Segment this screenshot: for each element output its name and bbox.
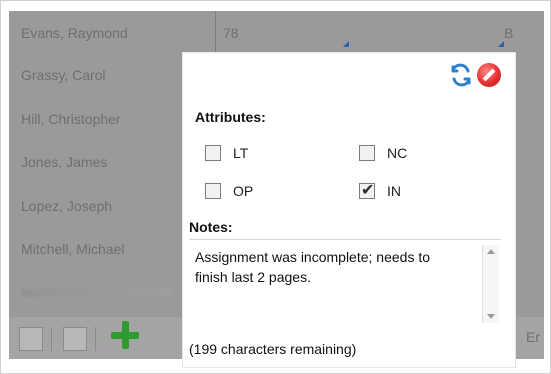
toolbar-separator — [51, 327, 52, 351]
op-label: OP — [233, 183, 254, 199]
cancel-button[interactable] — [477, 63, 501, 87]
toolbar-separator — [95, 327, 96, 351]
notes-divider — [189, 239, 501, 240]
app-frame: Evans, Raymond 78 B Grassy, Carol Hill, … — [0, 0, 551, 374]
characters-remaining: (199 characters remaining) — [189, 341, 357, 357]
scroll-down-icon[interactable] — [487, 314, 495, 319]
lt-label: LT — [233, 145, 249, 161]
scroll-up-icon[interactable] — [487, 249, 495, 254]
grade-cell-right[interactable]: B — [504, 25, 513, 41]
toolbar-right-text: Er — [526, 329, 540, 345]
cell-popover: Attributes: LT NC OP IN Notes: Assignmen… — [183, 53, 515, 367]
grade-cell[interactable]: 78 — [223, 25, 239, 41]
student-name[interactable]: Grassy, Carol — [21, 67, 106, 83]
notes-scrollbar[interactable] — [482, 245, 499, 323]
nc-checkbox[interactable] — [359, 145, 375, 161]
cell-corner-indicator — [343, 41, 349, 47]
sort-icon[interactable] — [19, 327, 43, 351]
attributes-title: Attributes: — [195, 109, 266, 125]
notes-text[interactable]: Assignment was incomplete; needs to fini… — [195, 247, 465, 287]
column-divider — [215, 11, 216, 59]
notes-textarea[interactable]: Assignment was incomplete; needs to fini… — [189, 243, 501, 325]
nc-label: NC — [387, 145, 408, 161]
in-checkbox[interactable] — [359, 180, 375, 199]
add-icon[interactable] — [111, 321, 139, 351]
student-name[interactable]: Hill, Christopher — [21, 111, 121, 127]
notes-title: Notes: — [189, 219, 233, 235]
in-label: IN — [387, 183, 401, 199]
stop-icon — [477, 63, 501, 87]
student-name[interactable]: Mitchell, Michael — [21, 241, 124, 257]
refresh-icon[interactable] — [449, 63, 473, 87]
popover-actions — [449, 63, 501, 87]
student-name[interactable]: Jones, James — [21, 154, 107, 170]
student-name[interactable]: Evans, Raymond — [21, 25, 128, 41]
cell-corner-indicator — [498, 41, 504, 47]
op-checkbox[interactable] — [205, 183, 221, 199]
blank-icon[interactable] — [63, 327, 87, 351]
partially-visible-row — [21, 289, 171, 297]
lt-checkbox[interactable] — [205, 145, 221, 161]
student-name[interactable]: Lopez, Joseph — [21, 198, 112, 214]
